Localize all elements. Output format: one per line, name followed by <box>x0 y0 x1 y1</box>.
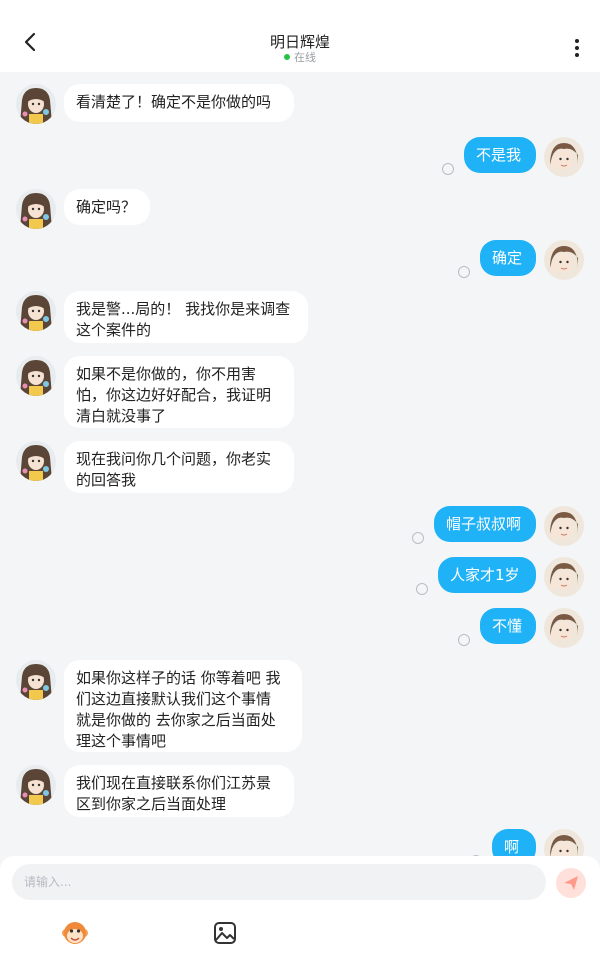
message-bubble[interactable]: 帽子叔叔啊 <box>434 506 536 542</box>
my-avatar[interactable] <box>544 506 584 546</box>
outgoing-message: 不是我 <box>0 137 600 177</box>
message-list[interactable]: 看清楚了！确定不是你做的吗不是我确定吗？ 确定我是警...局的！ 我找你是来调查这… <box>0 72 600 856</box>
chat-header: 明日辉煌 在线 <box>0 0 600 72</box>
message-text-line: 不是我 <box>476 146 522 164</box>
my-avatar[interactable] <box>544 557 584 597</box>
incoming-message: 确定吗？ <box>0 189 600 229</box>
message-text-line: 帽子叔叔啊 <box>446 515 522 533</box>
composer <box>0 856 600 960</box>
incoming-message: 现在我问你几个问题，你老实 的回答我 <box>0 441 600 493</box>
online-status: 在线 <box>0 49 600 65</box>
incoming-message: 我是警...局的！ 我找你是来调查 这个案件的 <box>0 291 600 343</box>
incoming-message: 看清楚了！确定不是你做的吗 <box>0 84 600 124</box>
message-text-line: 我是警...局的！ 我找你是来调查 <box>76 300 291 318</box>
message-text-line: 们这边直接默认我们这个事情 <box>76 690 272 708</box>
message-text-line: 这个案件的 <box>76 321 152 339</box>
message-text-line: 区到你家之后当面处理 <box>76 795 227 813</box>
my-avatar[interactable] <box>544 608 584 648</box>
message-text-line: 清白就没事了 <box>76 407 167 425</box>
online-status-label: 在线 <box>294 51 316 64</box>
message-bubble[interactable]: 啊 <box>492 829 536 856</box>
message-text-line: 怕，你这边好好配合，我证明 <box>76 386 272 404</box>
contact-avatar[interactable] <box>16 660 56 700</box>
contact-avatar[interactable] <box>16 84 56 124</box>
incoming-message: 如果你这样子的话 你等着吧 我们这边直接默认我们这个事情 就是你做的 去你家之后当… <box>0 660 600 752</box>
message-text-line: 确定吗？ <box>76 198 137 216</box>
message-bubble[interactable]: 看清楚了！确定不是你做的吗 <box>64 84 294 122</box>
read-receipt-icon <box>442 163 454 175</box>
contact-avatar[interactable] <box>16 441 56 481</box>
message-bubble[interactable]: 人家才1岁 <box>438 557 536 593</box>
message-text-line: 啊 <box>504 838 520 856</box>
my-avatar[interactable] <box>544 829 584 856</box>
message-text-line: 我们现在直接联系你们江苏景 <box>76 774 272 792</box>
message-text-line: 如果不是你做的，你不用害 <box>76 365 257 383</box>
message-text-line: 不懂 <box>492 617 523 635</box>
my-avatar[interactable] <box>544 137 584 177</box>
message-bubble[interactable]: 不懂 <box>480 608 536 644</box>
message-text-line: 看清楚了！确定不是你做的吗 <box>76 93 272 111</box>
message-text-line: 的回答我 <box>76 471 137 489</box>
online-dot-icon <box>284 54 290 60</box>
message-bubble[interactable]: 不是我 <box>464 137 536 173</box>
message-text-line: 如果你这样子的话 你等着吧 我 <box>76 669 281 687</box>
outgoing-message: 不懂 <box>0 608 600 648</box>
message-bubble[interactable]: 如果你这样子的话 你等着吧 我们这边直接默认我们这个事情 就是你做的 去你家之后当… <box>64 660 302 752</box>
read-receipt-icon <box>416 583 428 595</box>
message-bubble[interactable]: 我是警...局的！ 我找你是来调查 这个案件的 <box>64 291 308 343</box>
message-bubble[interactable]: 确定吗？ <box>64 189 150 225</box>
send-button[interactable] <box>556 868 586 898</box>
monkey-emoji-icon[interactable] <box>60 918 90 948</box>
message-text-line: 理这个事情吧 <box>76 732 167 750</box>
incoming-message: 如果不是你做的，你不用害 怕，你这边好好配合，我证明 清白就没事了 <box>0 356 600 428</box>
message-bubble[interactable]: 现在我问你几个问题，你老实 的回答我 <box>64 441 294 493</box>
outgoing-message: 确定 <box>0 240 600 280</box>
read-receipt-icon <box>458 266 470 278</box>
image-icon[interactable] <box>210 918 240 948</box>
contact-avatar[interactable] <box>16 356 56 396</box>
message-text-line: 确定 <box>492 249 523 267</box>
contact-avatar[interactable] <box>16 189 56 229</box>
message-bubble[interactable]: 如果不是你做的，你不用害 怕，你这边好好配合，我证明 清白就没事了 <box>64 356 294 428</box>
contact-avatar[interactable] <box>16 765 56 805</box>
read-receipt-icon <box>412 532 424 544</box>
message-text-line: 就是你做的 去你家之后当面处 <box>76 711 276 729</box>
read-receipt-icon <box>458 634 470 646</box>
message-text-line: 现在我问你几个问题，你老实 <box>76 450 272 468</box>
more-vertical-icon[interactable] <box>566 38 588 58</box>
message-bubble[interactable]: 确定 <box>480 240 536 276</box>
outgoing-message: 人家才1岁 <box>0 557 600 597</box>
contact-avatar[interactable] <box>16 291 56 331</box>
message-bubble[interactable]: 我们现在直接联系你们江苏景 区到你家之后当面处理 <box>64 765 294 817</box>
incoming-message: 我们现在直接联系你们江苏景 区到你家之后当面处理 <box>0 765 600 817</box>
message-text-line: 人家才1岁 <box>450 566 520 584</box>
message-input[interactable] <box>12 864 546 900</box>
outgoing-message: 啊 <box>0 829 600 856</box>
my-avatar[interactable] <box>544 240 584 280</box>
outgoing-message: 帽子叔叔啊 <box>0 506 600 546</box>
